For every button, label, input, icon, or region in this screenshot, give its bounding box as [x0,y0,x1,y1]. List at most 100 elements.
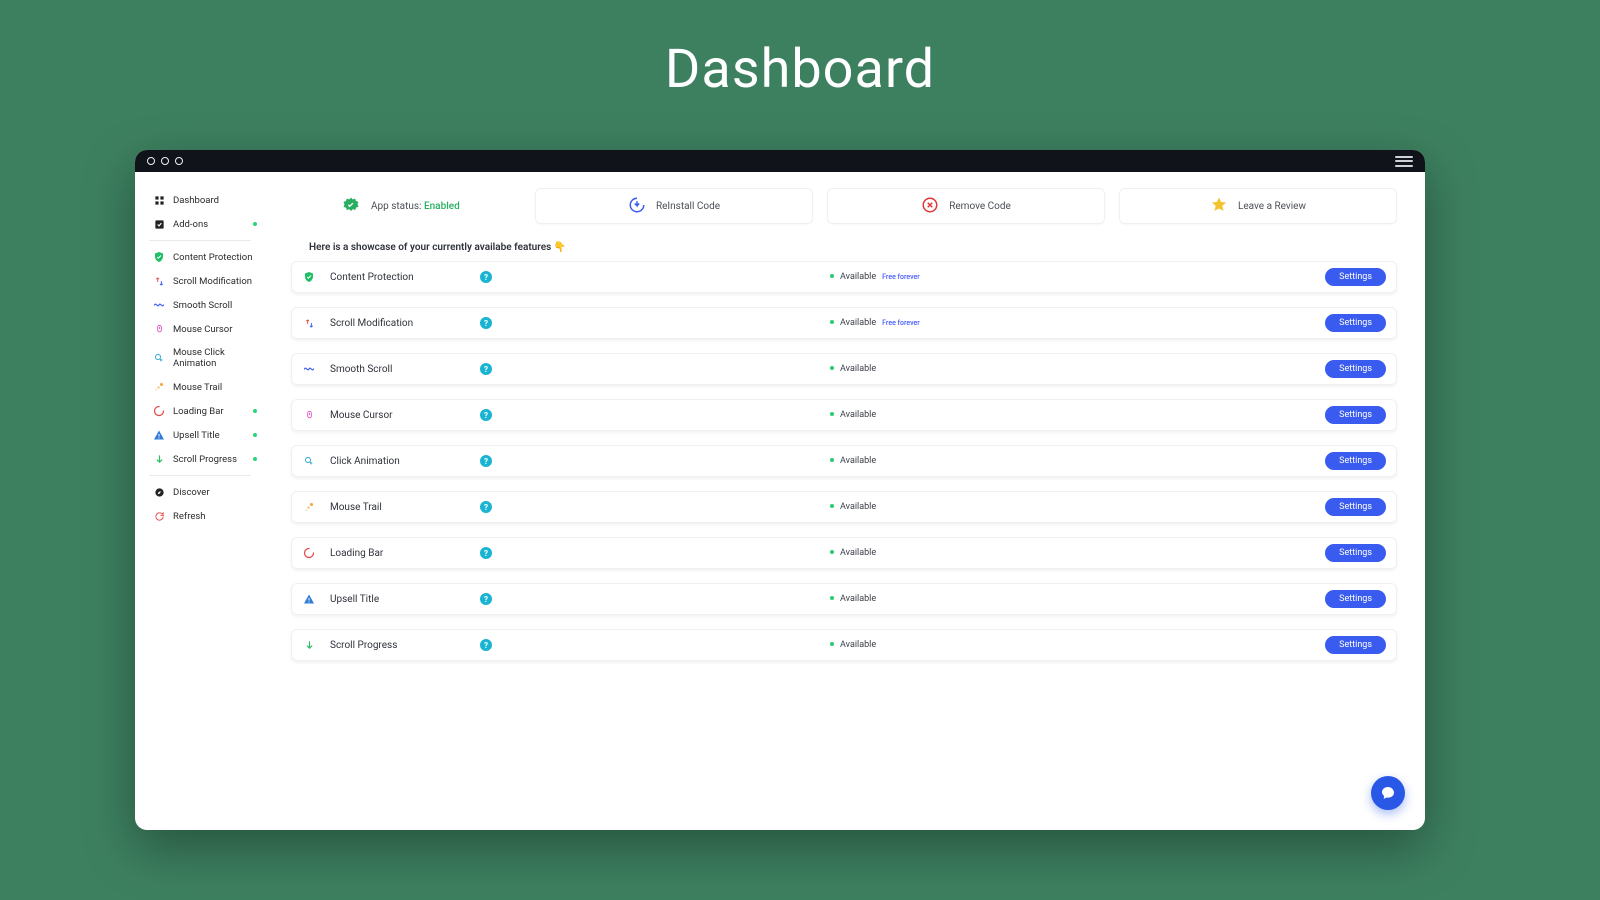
window-controls[interactable] [147,157,183,165]
sidebar-item-scroll-modification[interactable]: Scroll Modification [153,269,255,293]
action-label: Leave a Review [1238,201,1306,212]
feature-name: Mouse Trail [330,502,480,513]
sidebar-item-label: Content Protection [173,252,252,263]
feature-name: Scroll Progress [330,640,480,651]
sidebar-item-discover[interactable]: Discover [153,480,255,504]
wave-icon [153,299,165,311]
settings-button[interactable]: Settings [1325,406,1386,424]
wave-icon [302,362,316,376]
status-dot-icon [830,274,834,278]
availability: Available [510,456,1306,466]
availability-label: Available [840,548,876,558]
hamburger-menu-icon[interactable] [1395,156,1413,167]
help-icon[interactable]: ? [480,455,492,467]
sidebar-item-label: Mouse Trail [173,382,222,393]
sidebar-item-mouse-click-animation[interactable]: Mouse Click Animation [153,341,255,375]
sidebar: Dashboard Add-ons Content Protection Scr… [135,172,263,830]
remove-code-button[interactable]: Remove Code [827,188,1105,224]
sidebar-item-loading-bar[interactable]: Loading Bar [153,399,255,423]
settings-button[interactable]: Settings [1325,636,1386,654]
settings-button[interactable]: Settings [1325,590,1386,608]
titlebar [135,150,1425,172]
settings-button[interactable]: Settings [1325,268,1386,286]
availability-label: Available [840,364,876,374]
availability-label: Available [840,502,876,512]
status-dot-icon [830,596,834,600]
warning-icon [153,429,165,441]
notif-dot [253,433,257,437]
feature-row-mouse-cursor: Mouse Cursor ? Available Settings [291,399,1397,431]
sidebar-item-mouse-trail[interactable]: Mouse Trail [153,375,255,399]
feature-name: Smooth Scroll [330,364,480,375]
feature-name: Upsell Title [330,594,480,605]
main-content: App status: Enabled ReInstall Code Remov… [263,172,1425,830]
availability-label: Available [840,456,876,466]
help-icon[interactable]: ? [480,271,492,283]
sidebar-item-label: Smooth Scroll [173,300,232,311]
availability: Available Free forever [510,318,1306,328]
feature-row-content-protection: Content Protection ? Available Free fore… [291,261,1397,293]
window-dot[interactable] [175,157,183,165]
nav-divider [149,240,251,241]
arrow-down-icon [302,638,316,652]
sidebar-item-smooth-scroll[interactable]: Smooth Scroll [153,293,255,317]
status-dot-icon [830,458,834,462]
help-icon[interactable]: ? [480,547,492,559]
availability: Available [510,594,1306,604]
warning-icon [302,592,316,606]
window-dot[interactable] [161,157,169,165]
availability-label: Available [840,318,876,328]
feature-name: Content Protection [330,272,480,283]
availability: Available Free forever [510,272,1306,282]
help-icon[interactable]: ? [480,317,492,329]
compass-icon [153,486,165,498]
sidebar-item-label: Scroll Modification [173,276,252,287]
help-icon[interactable]: ? [480,501,492,513]
leave-a-review-button[interactable]: Leave a Review [1119,188,1397,224]
cursor-icon [153,323,165,335]
sidebar-item-upsell-title[interactable]: Upsell Title [153,423,255,447]
feature-row-click-animation: Click Animation ? Available Settings [291,445,1397,477]
sidebar-item-mouse-cursor[interactable]: Mouse Cursor [153,317,255,341]
trail-icon [302,500,316,514]
sidebar-item-add-ons[interactable]: Add-ons [153,212,255,236]
status-dot-icon [830,320,834,324]
availability-label: Available [840,410,876,420]
availability-label: Available [840,272,876,282]
reinstall-code-button[interactable]: ReInstall Code [535,188,813,224]
settings-button[interactable]: Settings [1325,544,1386,562]
help-icon[interactable]: ? [480,593,492,605]
sidebar-item-dashboard[interactable]: Dashboard [153,188,255,212]
status-dot-icon [830,504,834,508]
chat-fab[interactable] [1371,776,1405,810]
sidebar-item-scroll-progress[interactable]: Scroll Progress [153,447,255,471]
nav-divider [149,475,251,476]
feature-name: Click Animation [330,456,480,467]
settings-button[interactable]: Settings [1325,452,1386,470]
settings-button[interactable]: Settings [1325,498,1386,516]
install-icon [628,196,646,217]
help-icon[interactable]: ? [480,363,492,375]
availability: Available [510,640,1306,650]
app-window: Dashboard Add-ons Content Protection Scr… [135,150,1425,830]
help-icon[interactable]: ? [480,409,492,421]
settings-button[interactable]: Settings [1325,314,1386,332]
feature-name: Loading Bar [330,548,480,559]
sidebar-item-content-protection[interactable]: Content Protection [153,245,255,269]
circle-x-icon [921,196,939,217]
star-icon [1210,196,1228,217]
settings-button[interactable]: Settings [1325,360,1386,378]
sidebar-item-label: Mouse Cursor [173,324,232,335]
app-status-text: App status: Enabled [371,201,460,212]
status-dot-icon [830,550,834,554]
window-dot[interactable] [147,157,155,165]
help-icon[interactable]: ? [480,639,492,651]
scroll-mod-icon [153,275,165,287]
sidebar-item-label: Refresh [173,511,206,522]
click-icon [302,454,316,468]
availability: Available [510,364,1306,374]
sidebar-item-refresh[interactable]: Refresh [153,504,255,528]
showcase-heading: Here is a showcase of your currently ava… [291,242,1397,253]
click-icon [153,352,165,364]
spinner-icon [153,405,165,417]
